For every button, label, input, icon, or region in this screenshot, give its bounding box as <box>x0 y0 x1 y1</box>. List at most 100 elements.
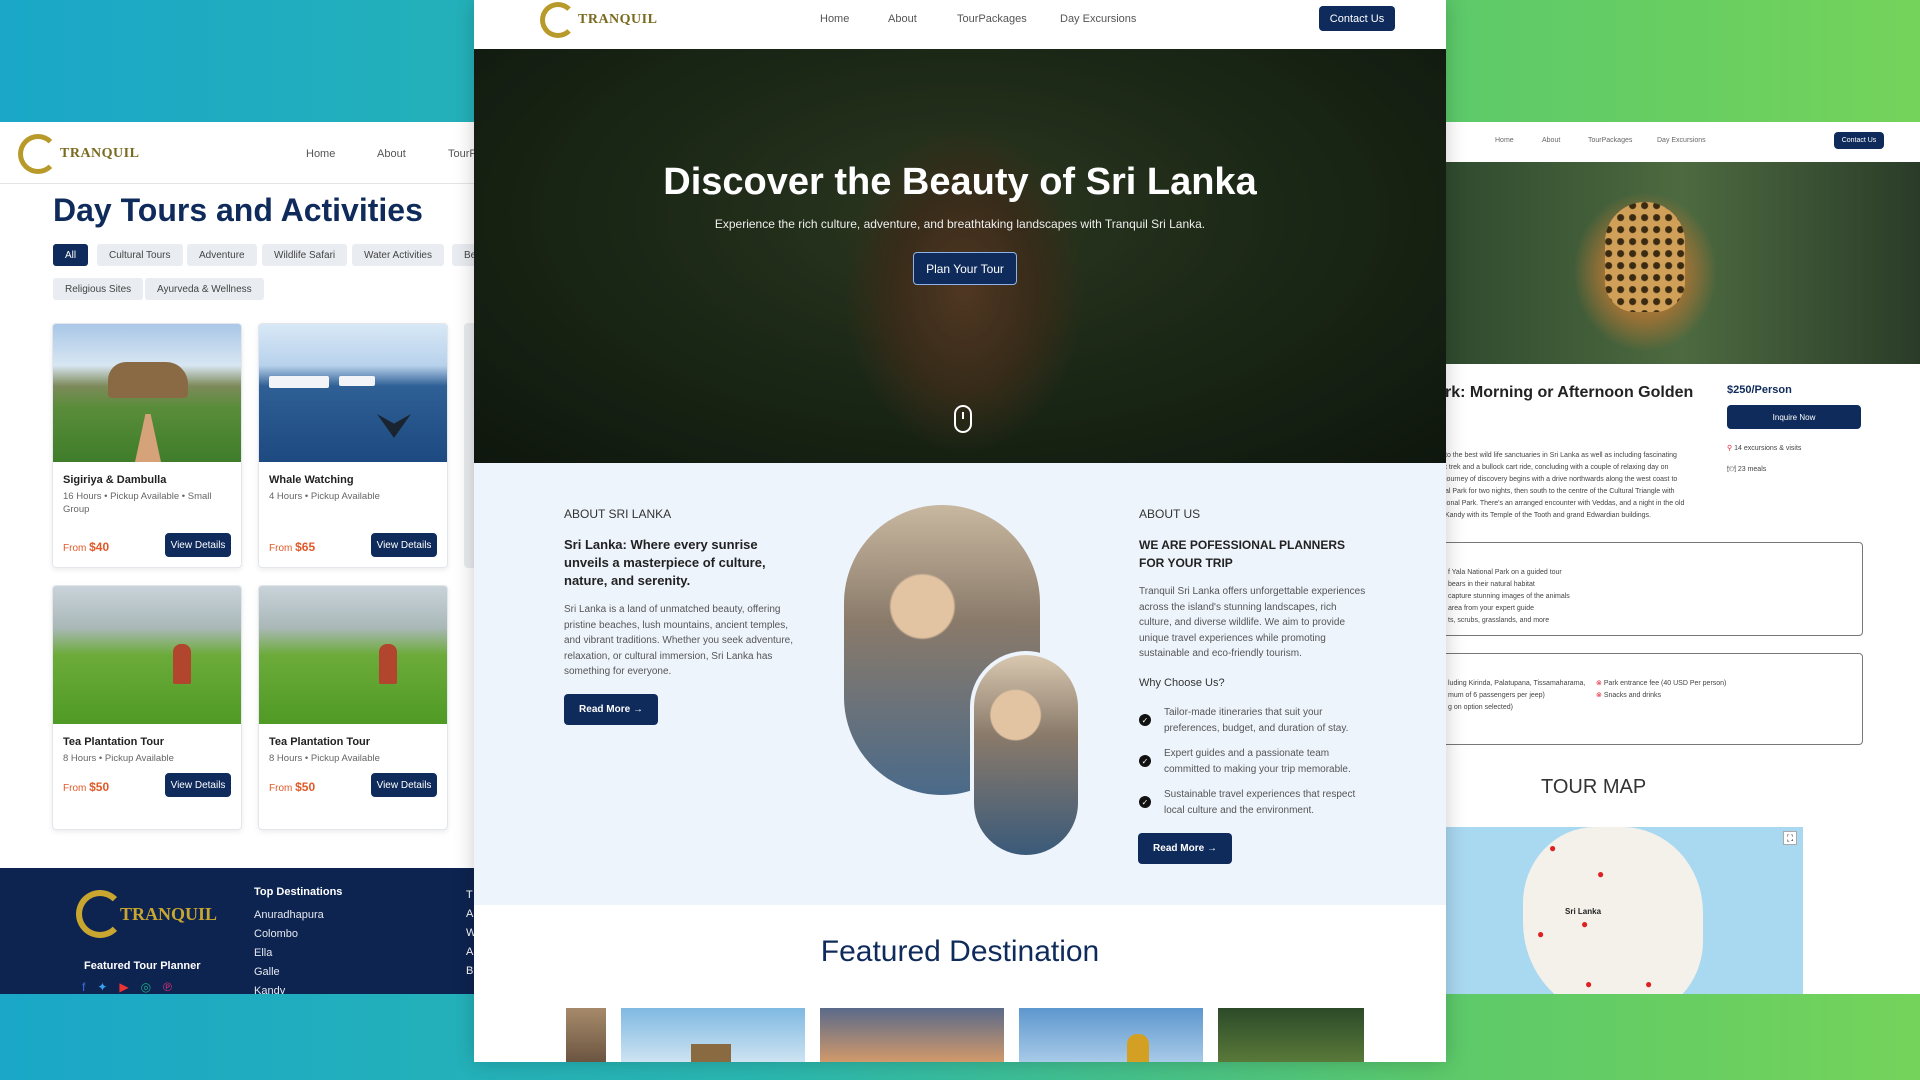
nav-home[interactable]: Home <box>820 13 849 25</box>
leopard-face <box>1605 202 1685 312</box>
left-logo[interactable]: TRANQUIL <box>18 134 139 174</box>
tour-map-title: TOUR MAP <box>1541 776 1647 798</box>
featured-card[interactable] <box>621 1008 805 1062</box>
stat-meals: 🍽 23 meals <box>1727 466 1767 473</box>
why-point: Expert guides and a passionate team comm… <box>1164 748 1351 775</box>
inclusions-box: luding Kirinda, Palatupana, Tissamaharam… <box>1445 653 1863 745</box>
view-details-button[interactable]: View Details <box>165 533 231 557</box>
fullscreen-icon[interactable]: ⛶ <box>1783 831 1797 845</box>
destination-link[interactable]: Anuradhapura <box>254 906 324 925</box>
tour-card[interactable]: Sigiriya & Dambulla 16 Hours • Pickup Av… <box>52 323 242 568</box>
filter-adventure[interactable]: Adventure <box>187 244 257 266</box>
read-more-button[interactable]: Read More → <box>564 694 658 725</box>
destination-list: Anuradhapura Colombo Ella Galle Kandy <box>254 906 324 994</box>
check-icon: ✓ <box>1139 755 1151 767</box>
destination-link[interactable]: Ella <box>254 944 324 963</box>
tour-card[interactable]: Tea Plantation Tour 8 Hours • Pickup Ava… <box>258 585 448 830</box>
main-logo[interactable]: TRANQUIL <box>540 2 657 38</box>
scroll-indicator-icon[interactable] <box>954 405 972 433</box>
filter-religious[interactable]: Religious Sites <box>53 278 144 300</box>
twitter-icon[interactable]: ✦ <box>97 980 107 994</box>
tour-card[interactable]: Whale Watching 4 Hours • Pickup Availabl… <box>258 323 448 568</box>
map-pin-icon[interactable]: ● <box>1597 867 1604 881</box>
about-heading: Sri Lanka: Where every sunrise unveils a… <box>564 537 766 588</box>
whale-image <box>259 324 447 462</box>
inclusions-list: luding Kirinda, Palatupana, Tissamaharam… <box>1448 680 1586 711</box>
nav-about[interactable]: About <box>1542 137 1560 144</box>
card-price: From $40 <box>63 540 110 554</box>
nav-about[interactable]: About <box>888 13 917 25</box>
map-pin-icon[interactable]: ● <box>1549 841 1556 855</box>
tour-description: to the best wild life sanctuaries in Sri… <box>1445 452 1685 519</box>
map-pin-icon[interactable]: ● <box>1581 917 1588 931</box>
tea-plantation-image <box>259 586 447 724</box>
featured-card[interactable] <box>1019 1008 1203 1062</box>
footer-tagline: Featured Tour Planner <box>84 960 201 972</box>
read-more-button[interactable]: Read More → <box>1138 833 1232 864</box>
hero-title: Discover the Beauty of Sri Lanka <box>663 161 1257 203</box>
card-price: From $65 <box>269 540 316 554</box>
social-icons: f ✦ ▶ ◎ ℗ <box>82 980 172 994</box>
view-details-button[interactable]: View Details <box>165 773 231 797</box>
nav-tourpackages[interactable]: TourPackages <box>1588 137 1632 144</box>
nav-tourpackages[interactable]: TourPackages <box>957 13 1027 25</box>
featured-card[interactable] <box>820 1008 1004 1062</box>
right-navbar: Home About TourPackages Day Excursions C… <box>1445 122 1920 162</box>
tour-map[interactable]: Sri Lanka ● ● ● ● ● ● ⛶ <box>1445 827 1803 994</box>
featured-card[interactable] <box>1218 1008 1364 1062</box>
youtube-icon[interactable]: ▶ <box>119 980 128 994</box>
destination-link[interactable]: Kandy <box>254 982 324 994</box>
facebook-icon[interactable]: f <box>82 980 85 994</box>
highlights-list: f Yala National Park on a guided tour bea… <box>1448 569 1570 624</box>
plan-your-tour-button[interactable]: Plan Your Tour <box>913 252 1017 285</box>
filter-all[interactable]: All <box>53 244 89 266</box>
card-title: Whale Watching <box>269 474 354 486</box>
home-page: TRANQUIL Home About TourPackages Day Exc… <box>474 0 1446 1062</box>
x-circle-icon: ⊗ <box>1596 692 1602 699</box>
filter-ayurveda[interactable]: Ayurveda & Wellness <box>145 278 264 300</box>
nav-tourpackages[interactable]: TourP <box>448 148 475 160</box>
filter-more[interactable]: Be <box>452 244 475 266</box>
card-meta: 8 Hours • Pickup Available <box>269 753 380 764</box>
about-body: Sri Lanka is a land of unmatched beauty,… <box>564 604 794 677</box>
featured-card[interactable] <box>566 1008 606 1062</box>
map-label: Sri Lanka <box>1565 907 1602 916</box>
page-title: Day Tours and Activities <box>53 192 423 228</box>
why-point: Sustainable travel experiences that resp… <box>1164 789 1356 816</box>
card-meta: 4 Hours • Pickup Available <box>269 491 380 502</box>
swirl-logo-icon <box>18 134 58 174</box>
destination-link[interactable]: Colombo <box>254 925 324 944</box>
map-pin-icon[interactable]: ● <box>1585 977 1592 991</box>
nav-home[interactable]: Home <box>306 148 335 160</box>
pinterest-icon[interactable]: ℗ <box>163 980 172 994</box>
tripadvisor-icon[interactable]: ◎ <box>141 980 151 994</box>
filter-wildlife[interactable]: Wildlife Safari <box>262 244 348 266</box>
nav-home[interactable]: Home <box>1495 137 1514 144</box>
about-us-label: ABOUT US <box>1139 507 1201 521</box>
map-pin-icon[interactable]: ● <box>1537 927 1544 941</box>
nav-day-excursions[interactable]: Day Excursions <box>1060 13 1136 25</box>
tour-price: $250/Person <box>1727 384 1792 396</box>
destination-link[interactable]: Galle <box>254 963 324 982</box>
view-details-button[interactable]: View Details <box>371 773 437 797</box>
card-title: Tea Plantation Tour <box>63 736 165 748</box>
card-price: From $50 <box>269 780 316 794</box>
nav-about[interactable]: About <box>377 148 406 160</box>
view-details-button[interactable]: View Details <box>371 533 437 557</box>
nav-day-excursions[interactable]: Day Excursions <box>1657 137 1706 144</box>
footer-logo-icon <box>76 890 124 938</box>
tea-plantation-image <box>53 586 241 724</box>
about-us-heading: WE ARE POFESSIONAL PLANNERS FOR YOUR TRI… <box>1139 538 1346 570</box>
sigiriya-image <box>53 324 241 462</box>
contact-us-button[interactable]: Contact Us <box>1319 6 1395 31</box>
leopard-image <box>1445 162 1920 364</box>
contact-us-button[interactable]: Contact Us <box>1834 132 1884 149</box>
filter-water[interactable]: Water Activities <box>352 244 444 266</box>
inquire-now-button[interactable]: Inquire Now <box>1727 405 1861 429</box>
filter-cultural[interactable]: Cultural Tours <box>97 244 183 266</box>
map-pin-icon[interactable]: ● <box>1645 977 1652 991</box>
tour-card[interactable]: Tea Plantation Tour 8 Hours • Pickup Ava… <box>52 585 242 830</box>
highlights-box: f Yala National Park on a guided tour bea… <box>1445 542 1863 636</box>
day-tours-page: TRANQUIL Home About TourP Day Tours and … <box>0 122 475 994</box>
x-circle-icon: ⊗ <box>1596 680 1602 687</box>
